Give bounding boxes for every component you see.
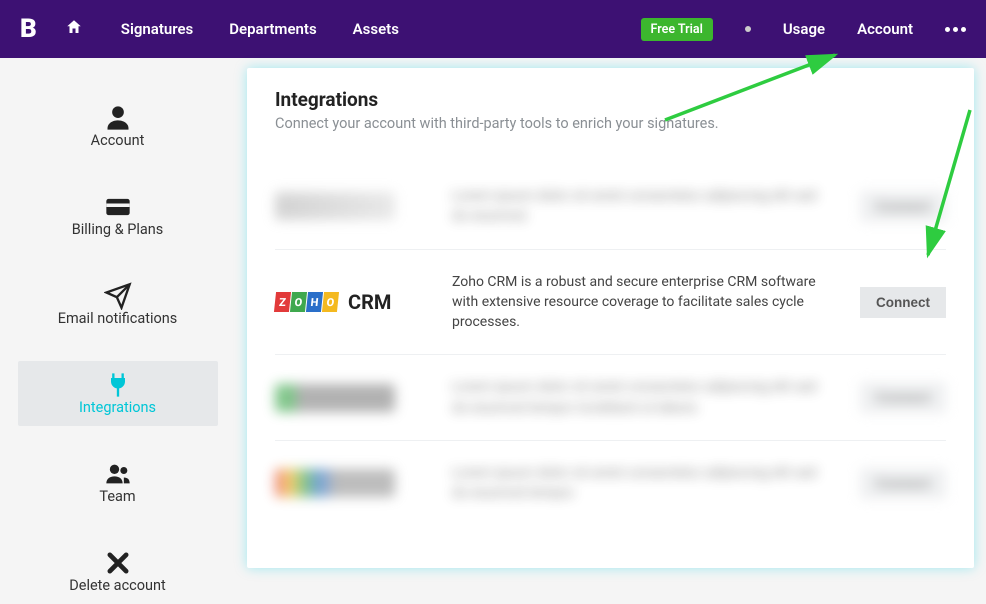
sidebar-item-label: Integrations bbox=[79, 399, 156, 416]
top-nav: B Signatures Departments Assets Free Tri… bbox=[0, 0, 986, 58]
integration-row: Lorem ipsum dolor sit amet consectetur a… bbox=[275, 164, 946, 250]
sidebar-item-team[interactable]: Team bbox=[18, 450, 218, 515]
sidebar-item-label: Delete account bbox=[69, 577, 166, 594]
settings-sidebar: Account Billing & Plans Email notificati… bbox=[0, 58, 235, 562]
nav-account[interactable]: Account bbox=[857, 20, 913, 38]
integration-row-zoho: ZOHO CRM Zoho CRM is a robust and secure… bbox=[275, 250, 946, 356]
page-subtitle: Connect your account with third-party to… bbox=[275, 115, 946, 132]
integration-row: Lorem ipsum dolor sit amet consectetur a… bbox=[275, 441, 946, 526]
connect-button[interactable]: Connect bbox=[860, 468, 946, 499]
sidebar-item-integrations[interactable]: Integrations bbox=[18, 361, 218, 426]
integration-name: CRM bbox=[348, 290, 391, 314]
connect-button[interactable]: Connect bbox=[860, 191, 946, 222]
integration-description: Zoho CRM is a robust and secure enterpri… bbox=[452, 272, 838, 333]
sidebar-item-label: Account bbox=[91, 132, 145, 149]
sidebar-item-label: Billing & Plans bbox=[72, 221, 164, 238]
sidebar-item-email-notifications[interactable]: Email notifications bbox=[18, 272, 218, 337]
free-trial-badge[interactable]: Free Trial bbox=[641, 18, 713, 41]
status-dot bbox=[745, 26, 751, 32]
sidebar-item-label: Team bbox=[99, 488, 135, 505]
app-logo: B bbox=[20, 14, 37, 44]
sidebar-item-account[interactable]: Account bbox=[18, 94, 218, 159]
page-title: Integrations bbox=[275, 88, 946, 111]
team-icon bbox=[104, 460, 132, 482]
sidebar-item-label: Email notifications bbox=[58, 310, 178, 327]
plug-icon bbox=[104, 371, 132, 393]
nav-assets[interactable]: Assets bbox=[353, 20, 399, 38]
sidebar-item-billing[interactable]: Billing & Plans bbox=[18, 183, 218, 248]
main-content: Integrations Connect your account with t… bbox=[235, 58, 986, 562]
user-icon bbox=[104, 104, 132, 126]
nav-departments[interactable]: Departments bbox=[229, 20, 316, 38]
close-icon bbox=[104, 549, 132, 571]
home-icon[interactable] bbox=[65, 18, 83, 40]
more-icon[interactable] bbox=[945, 27, 966, 32]
integrations-panel: Integrations Connect your account with t… bbox=[247, 68, 974, 568]
connect-button[interactable]: Connect bbox=[860, 382, 946, 413]
integration-row: Lorem ipsum dolor sit amet consectetur a… bbox=[275, 355, 946, 441]
zoho-logo: ZOHO CRM bbox=[275, 290, 430, 314]
sidebar-item-delete-account[interactable]: Delete account bbox=[18, 539, 218, 604]
connect-button[interactable]: Connect bbox=[860, 287, 946, 318]
nav-usage[interactable]: Usage bbox=[783, 20, 825, 38]
nav-signatures[interactable]: Signatures bbox=[121, 20, 193, 38]
paper-plane-icon bbox=[104, 282, 132, 304]
credit-card-icon bbox=[104, 193, 132, 215]
